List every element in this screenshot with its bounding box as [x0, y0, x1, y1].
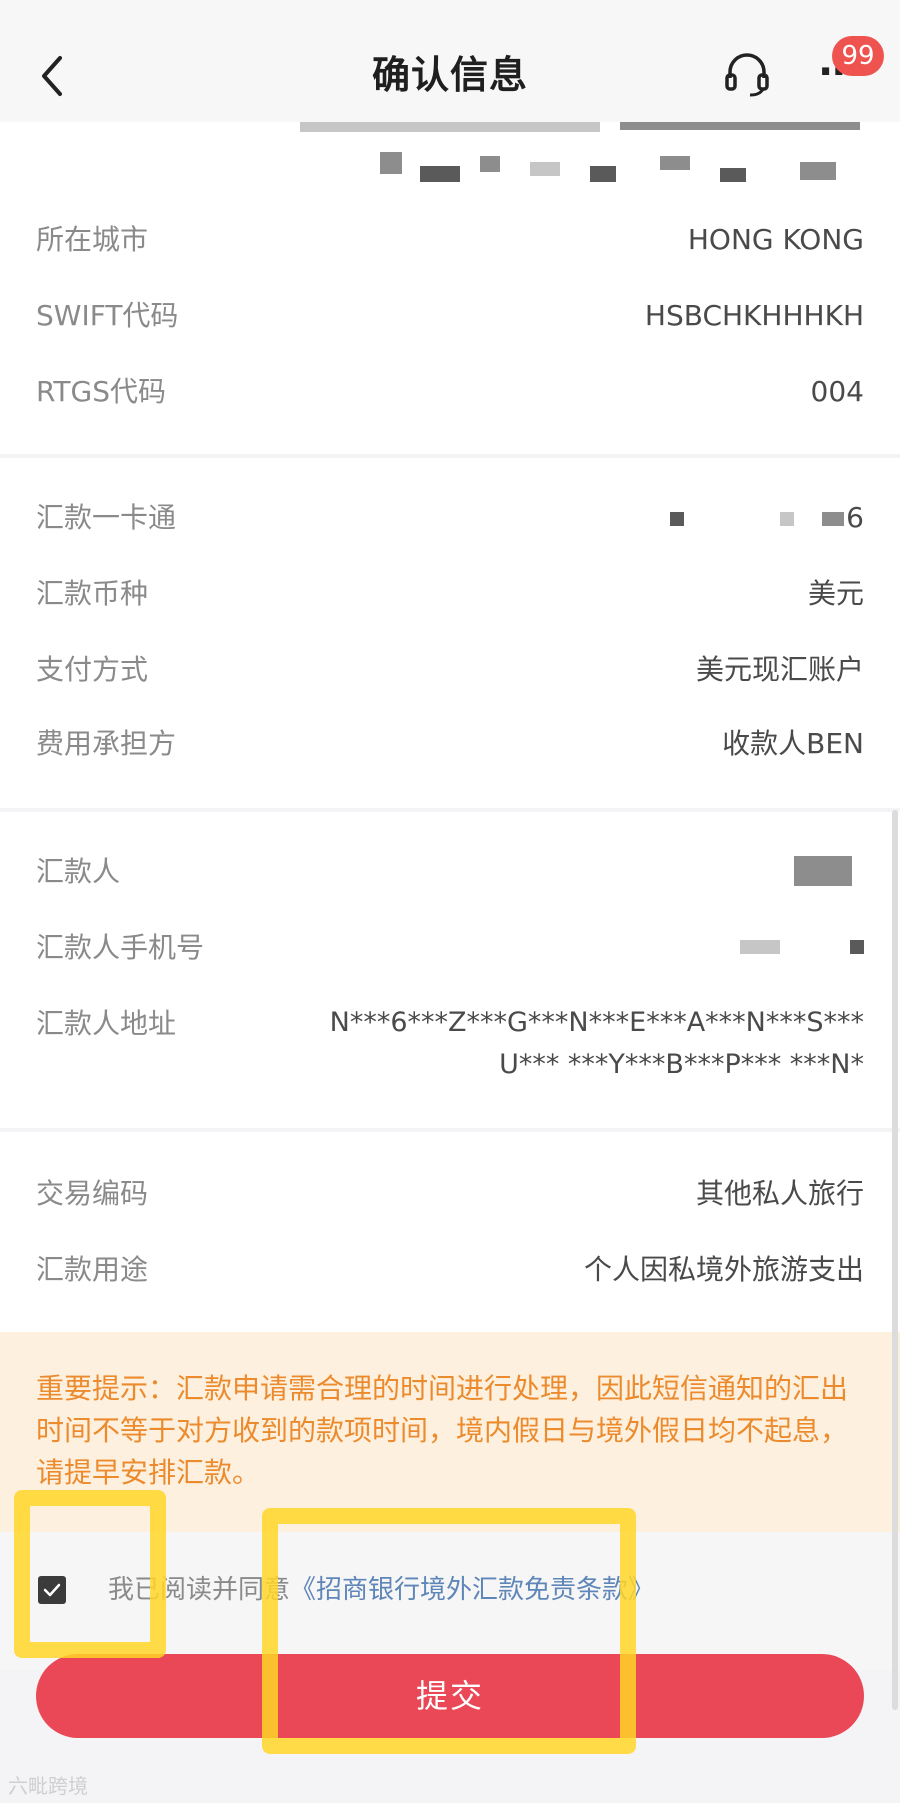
obscured-text	[620, 122, 860, 130]
row-label: 支付方式	[36, 653, 149, 686]
address-line-2: U*** ***Y***B***P*** ***N*	[499, 1049, 864, 1080]
obscured-text	[300, 122, 600, 132]
row-label: RTGS代码	[36, 375, 166, 408]
row-currency: 汇款币种 美元	[0, 564, 900, 624]
obscured-text	[380, 152, 402, 174]
obscured-digit	[822, 512, 844, 526]
obscured-digit	[670, 512, 684, 526]
row-label: 所在城市	[36, 223, 149, 256]
purpose-section: 交易编码 其他私人旅行 汇款用途 个人因私境外旅游支出	[0, 1132, 900, 1332]
row-pay-method: 支付方式 美元现汇账户	[0, 640, 900, 700]
row-label: 交易编码	[36, 1177, 149, 1210]
highlight-box-checkbox	[14, 1490, 166, 1658]
row-label: SWIFT代码	[36, 299, 179, 332]
row-value: 004	[810, 375, 864, 408]
top-nav-bar: 确认信息 ··· 99	[0, 0, 900, 122]
scrollbar[interactable]	[892, 810, 898, 1710]
row-value: 美元现汇账户	[695, 653, 864, 686]
row-swift: SWIFT代码 HSBCHKHHHKH	[0, 286, 900, 346]
obscured-text	[530, 162, 560, 176]
row-card: 汇款一卡通 6	[0, 488, 900, 548]
highlight-box-link	[262, 1508, 636, 1754]
row-label: 汇款一卡通	[36, 501, 177, 534]
row-remitter-phone: 汇款人手机号	[0, 918, 900, 978]
obscured-text	[590, 166, 616, 182]
row-value: 6	[846, 501, 864, 534]
row-transaction-code: 交易编码 其他私人旅行	[0, 1164, 900, 1224]
row-label: 汇款币种	[36, 577, 149, 610]
row-purpose: 汇款用途 个人因私境外旅游支出	[0, 1240, 900, 1300]
row-remitter-address: 汇款人地址 N***6***Z***G***N***E***A***N***S*…	[0, 994, 900, 1104]
obscured-text	[720, 168, 746, 182]
row-value: 收款人BEN	[722, 727, 864, 760]
address-line-1: N***6***Z***G***N***E***A***N***S***	[329, 1007, 864, 1038]
row-value: 美元	[807, 577, 864, 610]
row-remitter: 汇款人	[0, 842, 900, 902]
row-rtgs: RTGS代码 004	[0, 362, 900, 422]
remitter-section: 汇款人 汇款人手机号 汇款人地址 N***6***Z***G***N***E**…	[0, 812, 900, 1128]
obscured-text	[420, 166, 460, 182]
row-city: 所在城市 HONG KONG	[0, 210, 900, 270]
payment-section: 汇款一卡通 6 汇款币种 美元 支付方式 美元现汇账户 费用承担方 收款人BEN	[0, 458, 900, 808]
row-label: 汇款人地址	[36, 1007, 177, 1040]
row-value: 个人因私境外旅游支出	[583, 1253, 864, 1286]
row-label: 汇款用途	[36, 1253, 149, 1286]
obscured-text	[800, 162, 836, 180]
row-label: 汇款人手机号	[36, 931, 205, 964]
obscured-phone	[850, 940, 864, 954]
obscured-name	[794, 856, 852, 886]
row-value: HONG KONG	[687, 223, 864, 256]
row-label: 费用承担方	[36, 727, 177, 760]
headset-icon[interactable]	[722, 50, 772, 98]
row-label: 汇款人	[36, 855, 121, 888]
obscured-phone	[740, 940, 780, 954]
obscured-text	[480, 156, 500, 172]
watermark-text: 六毗跨境	[8, 1774, 88, 1798]
row-value: HSBCHKHHHKH	[644, 299, 864, 332]
notification-badge: 99	[832, 36, 884, 76]
row-value: 其他私人旅行	[695, 1177, 864, 1210]
row-fee-bearer: 费用承担方 收款人BEN	[0, 714, 900, 774]
beneficiary-bank-section: 所在城市 HONG KONG SWIFT代码 HSBCHKHHHKH RTGS代…	[0, 122, 900, 454]
address-value: N***6***Z***G***N***E***A***N***S*** U**…	[330, 1002, 864, 1086]
obscured-digit	[780, 512, 794, 526]
obscured-text	[660, 156, 690, 170]
